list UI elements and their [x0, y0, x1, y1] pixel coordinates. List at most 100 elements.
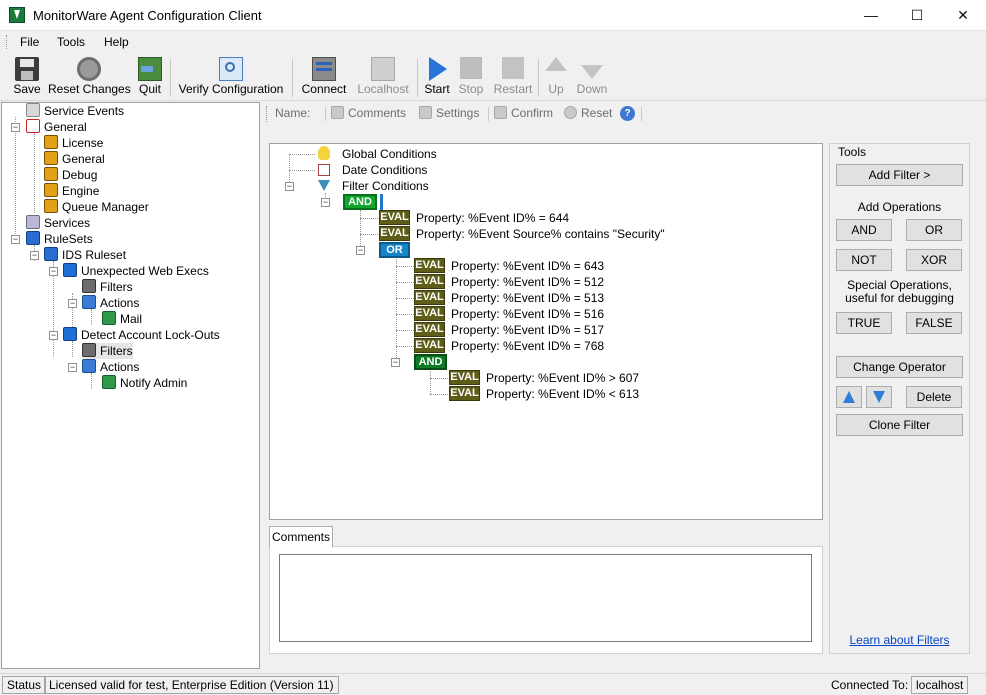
filter-condition[interactable]: Property: %Event ID% < 613: [486, 386, 639, 402]
global-conditions[interactable]: Global Conditions: [318, 146, 437, 162]
maximize-button[interactable]: ☐: [894, 0, 940, 31]
localhost-button[interactable]: Localhost: [354, 55, 412, 99]
tree-item-actions[interactable]: Actions: [82, 295, 139, 311]
collapse-toggle[interactable]: −: [285, 182, 294, 191]
connect-button[interactable]: Connect: [298, 55, 350, 99]
move-down-button[interactable]: Down: [574, 55, 610, 99]
stop-button[interactable]: Stop: [456, 55, 486, 99]
confirm-button[interactable]: Confirm: [494, 106, 553, 120]
special-operations-caption: Special Operations, useful for debugging: [845, 278, 954, 305]
tree-item-filters[interactable]: Filters: [82, 279, 133, 295]
quit-button[interactable]: Quit: [134, 55, 166, 99]
save-button[interactable]: Save: [10, 55, 44, 99]
true-button[interactable]: TRUE: [836, 312, 892, 334]
and-operator-root[interactable]: AND: [343, 194, 377, 210]
configuration-tree[interactable]: Service Events − General License General…: [1, 102, 260, 669]
date-conditions[interactable]: Date Conditions: [318, 162, 427, 178]
not-button[interactable]: NOT: [836, 249, 892, 271]
actions-icon: [82, 295, 96, 309]
comments-textarea[interactable]: [279, 554, 812, 642]
collapse-toggle[interactable]: −: [68, 299, 77, 308]
reset-button[interactable]: Reset: [564, 106, 612, 120]
tools-heading: Tools: [838, 145, 867, 159]
tree-item-filters-selected[interactable]: Filters: [82, 343, 133, 359]
menu-tools[interactable]: Tools: [57, 35, 85, 49]
filter-condition[interactable]: Property: %Event ID% = 516: [451, 306, 604, 322]
collapse-toggle[interactable]: −: [356, 246, 365, 255]
separator: [325, 107, 326, 121]
minimize-button[interactable]: —: [848, 0, 894, 31]
learn-about-filters-link[interactable]: Learn about Filters: [830, 633, 969, 647]
settings-button[interactable]: Settings: [419, 106, 479, 120]
tree-label: Actions: [100, 296, 140, 310]
filter-condition[interactable]: Property: %Event ID% = 643: [451, 258, 604, 274]
collapse-toggle[interactable]: −: [11, 123, 20, 132]
false-button[interactable]: FALSE: [906, 312, 962, 334]
and-operator-nested[interactable]: AND: [414, 354, 447, 370]
collapse-toggle[interactable]: −: [30, 251, 39, 260]
settings-gear-icon: [44, 151, 58, 165]
filter-tree[interactable]: Global Conditions Date Conditions − Filt…: [269, 143, 823, 520]
move-up-button[interactable]: Up: [542, 55, 570, 99]
collapse-toggle[interactable]: −: [68, 363, 77, 372]
restart-icon: [502, 57, 524, 79]
help-icon[interactable]: ?: [620, 106, 635, 121]
tree-label: Service Events: [44, 104, 125, 118]
filter-conditions[interactable]: Filter Conditions: [318, 178, 429, 194]
tree-label: RuleSets: [44, 232, 93, 246]
menu-file[interactable]: File: [20, 35, 39, 49]
move-filter-up-button[interactable]: [836, 386, 862, 408]
reset-changes-button[interactable]: Reset Changes: [48, 55, 131, 99]
menu-help[interactable]: Help: [104, 35, 129, 49]
or-button[interactable]: OR: [906, 219, 962, 241]
start-button[interactable]: Start: [422, 55, 452, 99]
filter-condition[interactable]: Property: %Event ID% = 512: [451, 274, 604, 290]
restart-button[interactable]: Restart: [492, 55, 534, 99]
change-operator-button[interactable]: Change Operator: [836, 356, 963, 378]
filter-condition[interactable]: Property: %Event Source% contains "Secur…: [416, 226, 665, 242]
tree-item-actions[interactable]: Actions: [82, 359, 139, 375]
collapse-toggle[interactable]: −: [11, 235, 20, 244]
comments-icon: [331, 106, 344, 119]
tree-item-detect-account-lockouts[interactable]: Detect Account Lock-Outs: [63, 327, 220, 343]
collapse-toggle[interactable]: −: [391, 358, 400, 367]
verify-configuration-button[interactable]: Verify Configuration: [176, 55, 286, 99]
or-operator[interactable]: OR: [379, 242, 410, 258]
tree-item-engine[interactable]: Engine: [44, 183, 99, 199]
tree-item-notify-admin[interactable]: Notify Admin: [102, 375, 187, 391]
tree-item-rulesets[interactable]: RuleSets: [26, 231, 93, 247]
and-button[interactable]: AND: [836, 219, 892, 241]
tree-item-services[interactable]: Services: [26, 215, 90, 231]
filter-condition[interactable]: Property: %Event ID% = 513: [451, 290, 604, 306]
connected-to-label: Connected To:: [831, 678, 909, 692]
collapse-toggle[interactable]: −: [49, 267, 58, 276]
tree-item-general-settings[interactable]: General: [44, 151, 105, 167]
tree-item-license[interactable]: License: [44, 135, 103, 151]
filter-condition[interactable]: Property: %Event ID% = 517: [451, 322, 604, 338]
delete-button[interactable]: Delete: [906, 386, 962, 408]
comments-button[interactable]: Comments: [331, 106, 406, 120]
add-filter-button[interactable]: Add Filter >: [836, 164, 963, 186]
tree-item-unexpected-web-execs[interactable]: Unexpected Web Execs: [63, 263, 209, 279]
collapse-toggle[interactable]: −: [321, 198, 330, 207]
menu-bar: File Tools Help: [0, 31, 986, 53]
collapse-toggle[interactable]: −: [49, 331, 58, 340]
tree-item-service-events[interactable]: Service Events: [26, 103, 124, 119]
filter-condition[interactable]: Property: %Event ID% = 644: [416, 210, 569, 226]
tree-item-mail[interactable]: Mail: [102, 311, 142, 327]
tree-item-general[interactable]: General: [26, 119, 87, 135]
comments-tab[interactable]: Comments: [269, 526, 333, 547]
close-button[interactable]: ✕: [940, 0, 986, 31]
move-filter-down-button[interactable]: [866, 386, 892, 408]
name-label: Name:: [275, 106, 311, 120]
eval-badge: EVAL: [379, 210, 410, 225]
filter-condition[interactable]: Property: %Event ID% > 607: [486, 370, 639, 386]
eval-badge: EVAL: [414, 338, 445, 353]
filter-condition[interactable]: Property: %Event ID% = 768: [451, 338, 604, 354]
clone-filter-button[interactable]: Clone Filter: [836, 414, 963, 436]
xor-button[interactable]: XOR: [906, 249, 962, 271]
tree-label: Debug: [62, 168, 98, 182]
tree-item-queue-manager[interactable]: Queue Manager: [44, 199, 149, 215]
tree-item-debug[interactable]: Debug: [44, 167, 97, 183]
tree-item-ids-ruleset[interactable]: IDS Ruleset: [44, 247, 126, 263]
